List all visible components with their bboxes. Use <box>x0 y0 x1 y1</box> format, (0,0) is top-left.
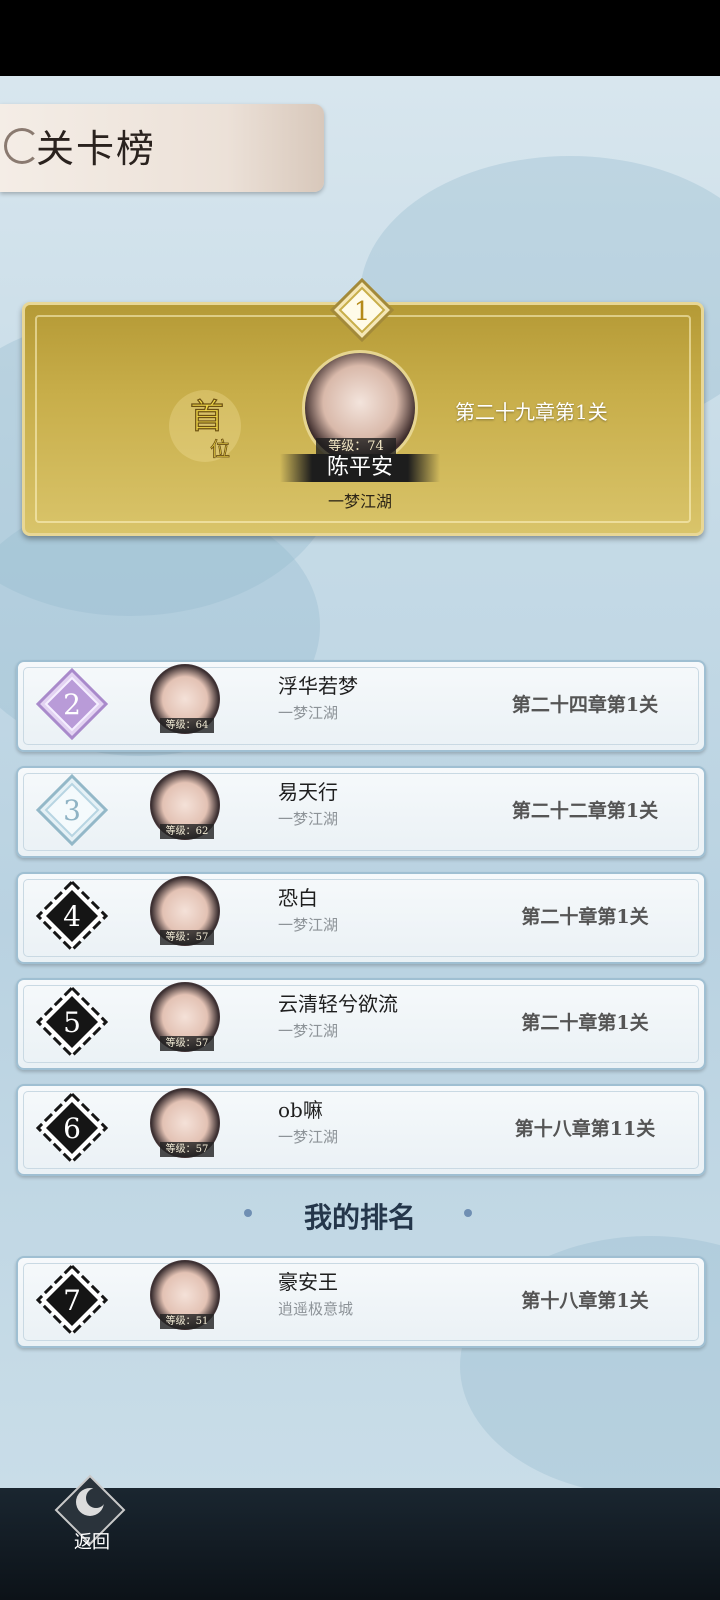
player-level: 等级：64 <box>160 718 214 733</box>
player-level: 等级：57 <box>160 930 214 945</box>
player-stage: 第十八章第1关 <box>521 1290 649 1312</box>
svg-text:3: 3 <box>63 794 81 827</box>
svg-text:4: 4 <box>63 900 81 933</box>
champion-name: 陈平安 <box>280 454 440 482</box>
player-stage: 第十八章第11关 <box>514 1118 656 1140</box>
champion-stage: 第二十九章第1关 <box>455 400 608 424</box>
player-stage: 第二十章第1关 <box>521 1012 649 1034</box>
player-name: 易天行 <box>278 780 338 804</box>
cloud-ornament-icon <box>4 128 40 164</box>
svg-text:首: 首 <box>190 397 224 437</box>
my-rank-heading: 我的排名 <box>303 1201 416 1234</box>
player-name: 豪安王 <box>278 1270 338 1294</box>
champion-guild: 一梦江湖 <box>327 492 392 511</box>
player-stage: 第二十四章第1关 <box>511 694 659 716</box>
player-name: 云清轻兮欲流 <box>278 992 398 1016</box>
rank-5-badge: 5 <box>35 985 109 1059</box>
player-guild: 一梦江湖 <box>278 916 339 934</box>
player-name: 浮华若梦 <box>278 674 358 698</box>
svg-text:1: 1 <box>354 297 371 327</box>
player-guild: 一梦江湖 <box>278 810 339 828</box>
rank-4-badge: 4 <box>35 879 109 953</box>
player-name: 恐白 <box>278 886 318 910</box>
divider-dot <box>464 1209 472 1217</box>
player-guild: 一梦江湖 <box>278 1128 339 1146</box>
player-stage: 第二十章第1关 <box>521 906 649 928</box>
player-level: 等级：62 <box>160 824 214 839</box>
rank-7-badge: 7 <box>35 1263 109 1337</box>
first-place-emblem: 首 位 <box>169 390 241 462</box>
player-level: 等级：51 <box>160 1314 214 1329</box>
player-level: 等级：57 <box>160 1036 214 1051</box>
player-guild: 一梦江湖 <box>278 1022 339 1040</box>
player-guild: 一梦江湖 <box>278 704 339 722</box>
svg-text:6: 6 <box>63 1112 81 1145</box>
player-level: 等级：57 <box>160 1142 214 1157</box>
svg-text:5: 5 <box>63 1006 81 1039</box>
svg-text:位: 位 <box>210 437 230 461</box>
back-label[interactable]: 返回 <box>62 1528 122 1554</box>
rank-6-badge: 6 <box>35 1091 109 1165</box>
svg-text:7: 7 <box>63 1284 81 1317</box>
rank-3-badge: 3 <box>35 773 109 847</box>
page-title: 关卡榜 <box>36 127 157 171</box>
rank-2-badge: 2 <box>35 667 109 741</box>
svg-text:2: 2 <box>63 688 81 721</box>
player-guild: 逍遥极意城 <box>278 1300 354 1318</box>
player-name: ob嘛 <box>278 1098 323 1122</box>
player-stage: 第二十二章第1关 <box>511 800 659 822</box>
rank-1-badge: 1 <box>330 278 394 342</box>
